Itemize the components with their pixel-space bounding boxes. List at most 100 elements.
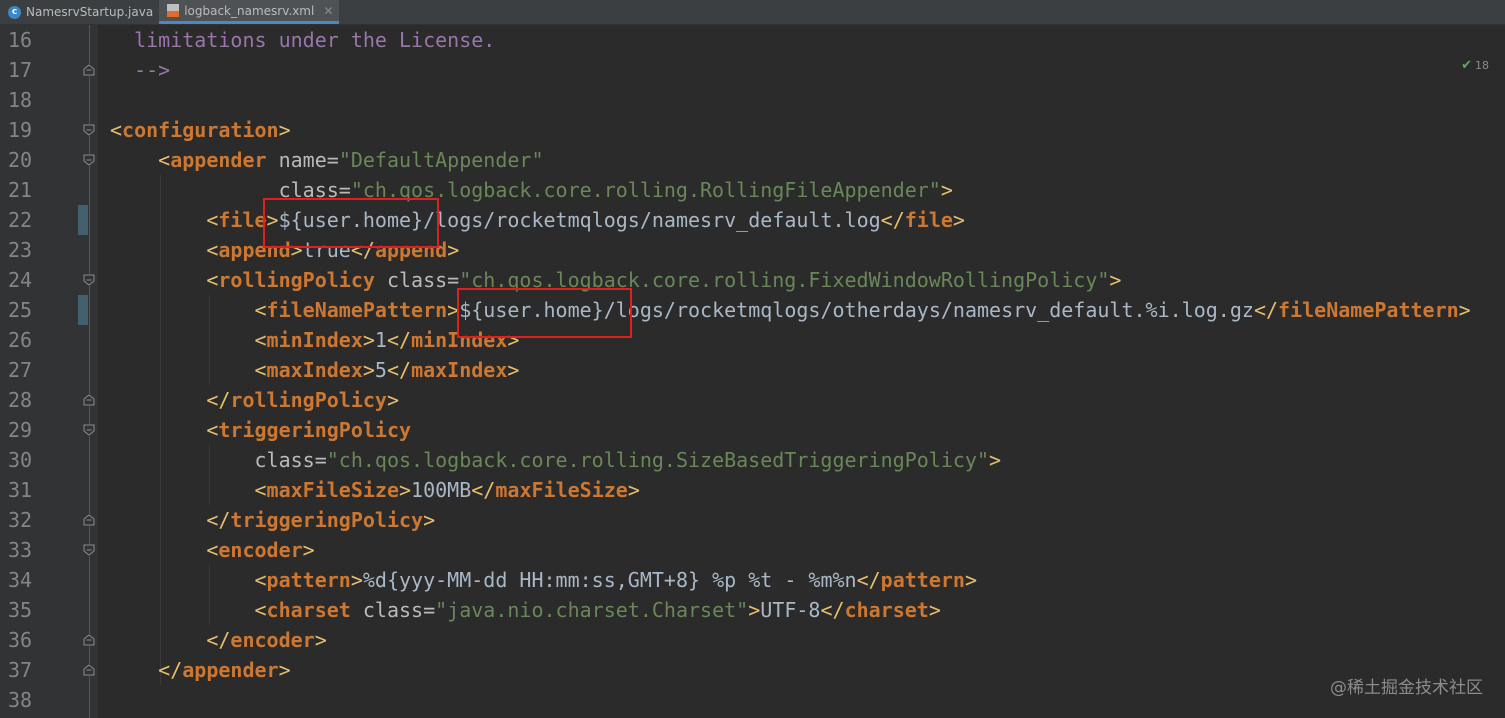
code-token-tag: pattern <box>266 568 351 592</box>
code-token-bracket: < <box>110 118 123 142</box>
check-icon: ✔ <box>1461 58 1472 73</box>
inspection-count: 18 <box>1475 59 1489 72</box>
code-line[interactable]: <file>${user.home}/logs/rocketmqlogs/nam… <box>110 205 965 235</box>
code-area[interactable]: limitations under the License. --> <confi… <box>98 25 1505 718</box>
fold-expand-icon[interactable] <box>83 274 95 286</box>
code-token-bracket: > <box>423 508 436 532</box>
code-token-bracket: < <box>206 238 219 262</box>
fold-collapse-icon[interactable] <box>83 664 95 676</box>
close-icon[interactable]: ✕ <box>323 4 333 18</box>
code-token-tag: minIndex <box>266 328 363 352</box>
line-number: 18 <box>8 88 33 112</box>
code-editor[interactable]: 16 17 18 19 20 21 22 23 24 25 26 27 28 29 30 31 32 33 34 35… <box>0 25 1505 718</box>
code-token-tag: configuration <box>122 118 279 142</box>
line-number: 34 <box>8 568 33 592</box>
line-number: 32 <box>8 508 33 532</box>
code-token-bracket: </ <box>206 508 231 532</box>
code-line[interactable]: <maxIndex>5</maxIndex> <box>110 355 520 385</box>
change-marker[interactable] <box>78 205 88 235</box>
code-line[interactable]: <configuration> <box>110 115 291 145</box>
code-line[interactable]: <maxFileSize>100MB</maxFileSize> <box>110 475 640 505</box>
line-number: 33 <box>8 538 33 562</box>
code-token-bracket: </ <box>880 208 905 232</box>
line-number: 23 <box>8 238 33 262</box>
line-number: 25 <box>8 298 33 322</box>
code-token-bracket: < <box>206 418 219 442</box>
code-token-bracket: > <box>507 358 520 382</box>
code-token-attr: name= <box>278 148 339 172</box>
fold-expand-icon[interactable] <box>83 424 95 436</box>
code-line[interactable]: <encoder> <box>110 535 314 565</box>
code-token-bracket: < <box>254 358 267 382</box>
code-line[interactable]: limitations under the License. <box>110 25 495 55</box>
line-number: 17 <box>8 58 33 82</box>
code-token-bracket: < <box>254 478 267 502</box>
code-line[interactable]: <pattern>%d{yyy-MM-dd HH:mm:ss,GMT+8} %p… <box>110 565 978 595</box>
code-token-bracket: </ <box>158 658 183 682</box>
line-number: 28 <box>8 388 33 412</box>
code-token-bracket: > <box>1109 268 1122 292</box>
code-token-bracket: </ <box>206 628 231 652</box>
code-token-bracket: > <box>952 208 965 232</box>
code-line[interactable]: class="ch.qos.logback.core.rolling.Rolli… <box>110 175 953 205</box>
code-token-attr: class= <box>386 268 460 292</box>
code-token-tag: maxFileSize <box>495 478 628 502</box>
code-token-bracket: > <box>386 388 400 412</box>
code-line[interactable]: <triggeringPolicy <box>110 415 411 445</box>
inspection-widget[interactable]: ✔ 18 <box>1461 58 1489 73</box>
fold-collapse-icon[interactable] <box>83 634 95 646</box>
code-line[interactable]: class="ch.qos.logback.core.rolling.SizeB… <box>110 445 1002 475</box>
code-token-bracket: > <box>447 238 460 262</box>
tab-logback-namesrv[interactable]: logback_namesrv.xml ✕ <box>159 0 340 24</box>
code-line[interactable]: --> <box>110 55 170 85</box>
code-token-val: "java.nio.charset.Charset" <box>435 598 749 622</box>
code-token-tag: maxIndex <box>266 358 363 382</box>
code-token-bracket: > <box>314 628 327 652</box>
fold-expand-icon[interactable] <box>83 154 95 166</box>
editor-tab-bar: c NamesrvStartup.java logback_namesrv.xm… <box>0 0 1505 25</box>
change-marker[interactable] <box>78 295 88 325</box>
fold-collapse-icon[interactable] <box>83 64 95 76</box>
code-line[interactable]: </rollingPolicy> <box>110 385 399 415</box>
line-number: 26 <box>8 328 33 352</box>
code-line[interactable]: </triggeringPolicy> <box>110 505 435 535</box>
code-token-tag: file <box>904 208 953 232</box>
tab-namesrv-startup[interactable]: c NamesrvStartup.java <box>0 0 159 24</box>
code-token-tag: appender <box>182 658 279 682</box>
code-line[interactable]: <fileNamePattern>${user.home}/logs/rocke… <box>110 295 1471 325</box>
code-token-comment: --> <box>110 58 171 82</box>
line-number: 21 <box>8 178 33 202</box>
code-token-bracket: < <box>206 268 219 292</box>
code-line[interactable]: <charset class="java.nio.charset.Charset… <box>110 595 941 625</box>
code-token-tag: charset <box>844 598 929 622</box>
fold-expand-icon[interactable] <box>83 124 95 136</box>
code-token-val: "ch.qos.logback.core.rolling.RollingFile… <box>350 178 941 202</box>
code-line[interactable]: <appender name="DefaultAppender" <box>110 145 543 175</box>
watermark: @稀土掘金技术社区 <box>1330 678 1483 698</box>
fold-collapse-icon[interactable] <box>83 394 95 406</box>
line-number: 30 <box>8 448 33 472</box>
code-token-bracket: < <box>254 598 267 622</box>
fold-expand-icon[interactable] <box>83 544 95 556</box>
code-token-tag: triggeringPolicy <box>230 508 424 532</box>
fold-collapse-icon[interactable] <box>83 514 95 526</box>
java-class-icon: c <box>8 5 21 19</box>
code-token-bracket: < <box>158 148 171 172</box>
code-line[interactable]: </appender> <box>110 655 290 685</box>
line-number: 31 <box>8 478 33 502</box>
code-token-bracket: > <box>278 118 291 142</box>
code-line[interactable]: </encoder> <box>110 625 327 655</box>
code-token-bracket: < <box>206 538 219 562</box>
